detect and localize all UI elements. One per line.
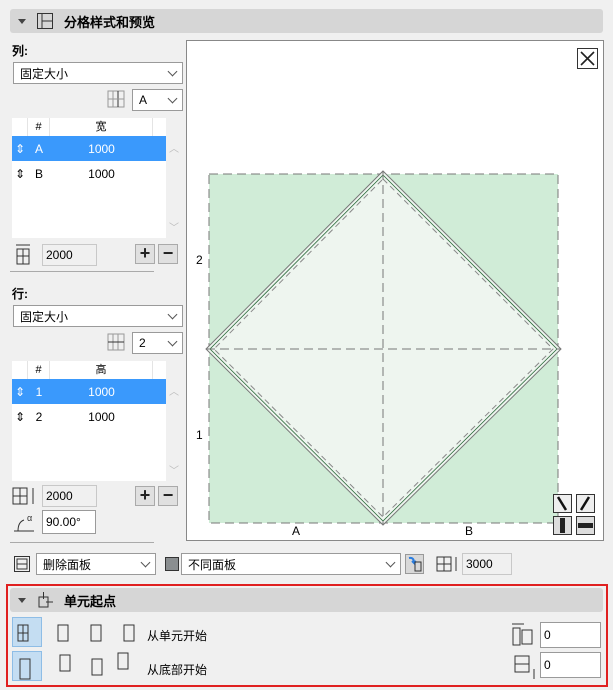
rows-table: # 高 ⇕ 1 1000 ⇕ 2 1000 (12, 361, 166, 481)
section-header-cell-origin[interactable]: 单元起点 (10, 588, 603, 612)
column-selector-value: A (139, 93, 148, 107)
from-cell-label: 从单元开始 (147, 629, 208, 643)
remove-column-button[interactable]: − (158, 244, 178, 264)
vertical-split-icon[interactable] (553, 516, 572, 535)
origin-upper-middle-button[interactable] (78, 651, 108, 681)
row-header-number: # (28, 361, 50, 379)
origin-right-button[interactable] (111, 617, 141, 647)
grid-style-icon (37, 13, 53, 29)
angle-icon: α (14, 513, 34, 532)
row-label: 2 (196, 253, 203, 267)
panel-type-value: 不同面板 (188, 557, 237, 572)
horizontal-split-icon[interactable] (576, 516, 595, 535)
total-height-icon (436, 556, 457, 572)
total-height-field: 3000 (462, 553, 512, 575)
close-icon[interactable] (577, 48, 598, 69)
col-header-number: # (28, 118, 50, 136)
col-header-width: 宽 (50, 118, 153, 136)
divider (10, 271, 154, 272)
row-mode-value: 固定大小 (20, 309, 69, 324)
divider (10, 542, 154, 543)
column-mode-select[interactable]: 固定大小 (13, 62, 183, 84)
total-height-icon (12, 487, 34, 505)
origin-left-button[interactable] (12, 617, 42, 647)
cell-origin-icon (38, 592, 53, 608)
col-label: A (292, 524, 301, 538)
origin-top-button[interactable] (111, 651, 141, 681)
table-row[interactable]: ⇕ 2 1000 (12, 404, 166, 429)
rows-scrollbar[interactable]: ︿ ﹀ (167, 361, 181, 481)
row-id: A (34, 141, 43, 156)
row-id: B (34, 166, 43, 181)
panel-settings-button[interactable] (405, 554, 424, 574)
collapse-triangle-icon (18, 597, 26, 603)
panel-icon (14, 556, 30, 572)
origin-lower-middle-button[interactable] (45, 651, 75, 681)
row-selector[interactable]: 2 (132, 332, 183, 354)
horizontal-offset-field[interactable]: 0 (540, 622, 601, 648)
add-column-button[interactable]: + (135, 244, 155, 264)
preview-canvas[interactable]: 2 1 A B (186, 40, 604, 541)
panel-action-select[interactable]: 删除面板 (36, 553, 156, 575)
table-row[interactable]: ⇕ 1 1000 (12, 379, 166, 404)
diagonal-forward-icon[interactable] (576, 494, 595, 513)
reorder-handle-icon[interactable]: ⇕ (12, 385, 28, 399)
row-value[interactable]: 1000 (50, 142, 153, 156)
total-width-icon (16, 244, 30, 265)
total-height-field: 2000 (42, 485, 97, 507)
column-grid-icon (107, 90, 125, 108)
panel-type-select[interactable]: 不同面板 (181, 553, 401, 575)
row-id: 1 (35, 384, 43, 399)
table-row[interactable]: ⇕ B 1000 (12, 161, 166, 186)
reorder-handle-icon[interactable]: ⇕ (12, 167, 28, 181)
row-value[interactable]: 1000 (50, 410, 153, 424)
reorder-handle-icon[interactable]: ⇕ (12, 410, 28, 424)
origin-bottom-button[interactable] (12, 651, 42, 681)
row-mode-select[interactable]: 固定大小 (13, 305, 183, 327)
section-header-grid-preview[interactable]: 分格样式和预览 (10, 9, 603, 33)
vertical-offset-field[interactable]: 0 (540, 652, 601, 678)
reorder-handle-icon[interactable]: ⇕ (12, 142, 28, 156)
panel-action-value: 删除面板 (43, 557, 92, 572)
col-label: B (465, 524, 474, 538)
add-row-button[interactable]: + (135, 486, 155, 506)
column-selector[interactable]: A (132, 89, 183, 111)
horizontal-offset-icon (512, 623, 533, 646)
row-grid-icon (107, 333, 125, 351)
column-mode-value: 固定大小 (20, 66, 69, 81)
diagonal-back-icon[interactable] (553, 494, 572, 513)
rows-label: 行: (12, 287, 28, 301)
row-header-height: 高 (50, 361, 153, 379)
collapse-triangle-icon (18, 18, 26, 24)
vertical-offset-icon (514, 655, 535, 679)
angle-field[interactable]: 90.00° (42, 510, 96, 534)
section-title: 分格样式和预览 (64, 14, 156, 30)
row-id: 2 (35, 409, 43, 424)
columns-scrollbar[interactable]: ︿ ﹀ (167, 118, 181, 238)
row-selector-value: 2 (139, 336, 146, 350)
total-width-field: 2000 (42, 244, 97, 266)
origin-center-left-button[interactable] (45, 617, 75, 647)
from-bottom-label: 从底部开始 (147, 663, 208, 677)
remove-row-button[interactable]: − (158, 486, 178, 506)
section-title: 单元起点 (64, 593, 117, 609)
columns-table: # 宽 ⇕ A 1000 ⇕ B 1000 (12, 118, 166, 238)
row-value[interactable]: 1000 (50, 167, 153, 181)
origin-center-right-button[interactable] (78, 617, 108, 647)
svg-text:α: α (27, 513, 32, 523)
row-value[interactable]: 1000 (50, 385, 153, 399)
table-row[interactable]: ⇕ A 1000 (12, 136, 166, 161)
row-label: 1 (196, 428, 203, 442)
columns-label: 列: (12, 44, 28, 58)
panel-swatch-icon (165, 557, 179, 571)
